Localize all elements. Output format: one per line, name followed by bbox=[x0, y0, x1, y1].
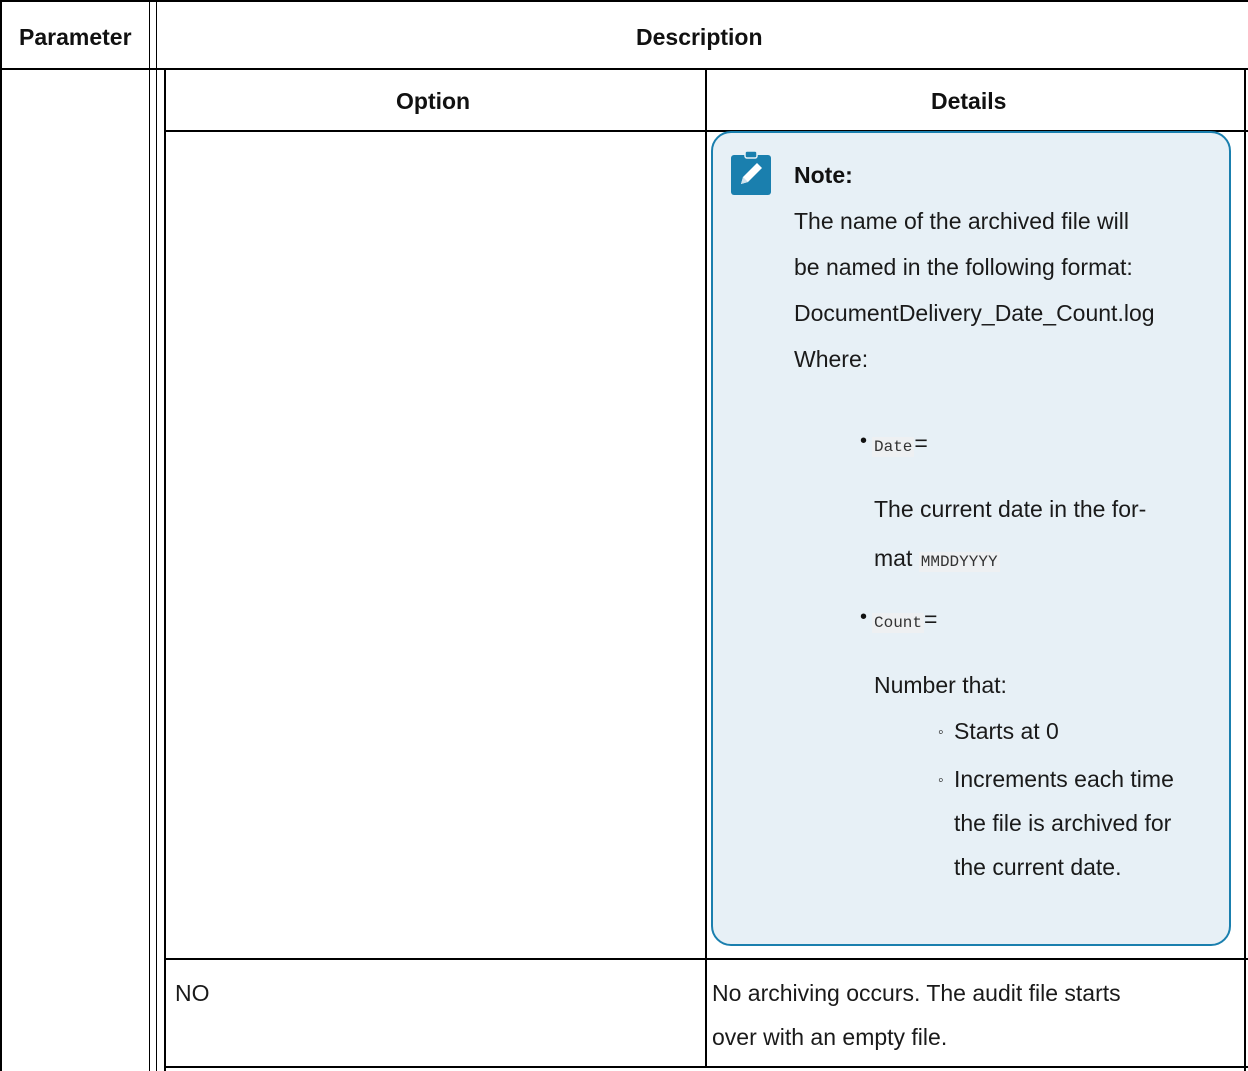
inner-table-left-border bbox=[164, 68, 166, 1071]
sub-bullet-circle: ◦ bbox=[938, 772, 944, 789]
document-page: Parameter Description Option Details Not… bbox=[0, 0, 1248, 1071]
date-code: Date bbox=[872, 437, 915, 457]
bullet-dot: • bbox=[860, 430, 868, 452]
list-item-date: Date= bbox=[872, 430, 928, 457]
list-item-count: Count= bbox=[872, 606, 937, 633]
note-line-2: be named in the following format: bbox=[794, 254, 1133, 280]
count-description-line-1: Number that: bbox=[874, 672, 1007, 698]
details-cell-no-line-2: over with an empty file. bbox=[712, 1024, 948, 1050]
bullet-dot: • bbox=[860, 606, 868, 628]
date-description-line-2: mat MMDDYYYY bbox=[874, 545, 1000, 572]
date-format-code: MMDDYYYY bbox=[918, 552, 1000, 572]
option-cell-no: NO bbox=[175, 980, 210, 1006]
details-column-header: Details bbox=[931, 88, 1007, 114]
sub-item-increments-line-2: the file is archived for bbox=[954, 810, 1172, 836]
outer-column-divider bbox=[149, 0, 150, 1071]
note-line-1: The name of the archived file will bbox=[794, 208, 1129, 234]
inner-row-divider bbox=[164, 958, 1248, 960]
inner-table-bottom-border bbox=[164, 1066, 1248, 1068]
option-column-header: Option bbox=[396, 88, 471, 114]
parameter-column-header: Parameter bbox=[19, 24, 132, 50]
note-title: Note: bbox=[794, 162, 853, 188]
date-equals: = bbox=[914, 430, 928, 456]
sub-item-increments-line-1: Increments each time bbox=[954, 766, 1174, 792]
inner-column-divider bbox=[705, 68, 707, 1068]
count-code: Count bbox=[872, 613, 925, 633]
date-description-line-1: The current date in the for- bbox=[874, 496, 1147, 522]
description-column-header: Description bbox=[636, 24, 763, 50]
note-line-3: DocumentDelivery_Date_Count.log bbox=[794, 300, 1155, 326]
pencil-clipboard-icon bbox=[731, 150, 771, 195]
count-equals: = bbox=[924, 606, 938, 632]
outer-table-left-border bbox=[0, 0, 2, 1071]
sub-item-increments-line-3: the current date. bbox=[954, 854, 1122, 880]
sub-bullet-circle: ◦ bbox=[938, 724, 944, 741]
details-cell-no-line-1: No archiving occurs. The audit file star… bbox=[712, 980, 1121, 1006]
outer-table-top-border bbox=[0, 0, 1248, 2]
outer-column-divider-inner bbox=[156, 0, 157, 1071]
sub-item-starts-at-0: Starts at 0 bbox=[954, 718, 1059, 744]
date-format-prefix: mat bbox=[874, 545, 919, 571]
note-line-4: Where: bbox=[794, 346, 869, 372]
inner-table-right-border bbox=[1244, 68, 1246, 1071]
